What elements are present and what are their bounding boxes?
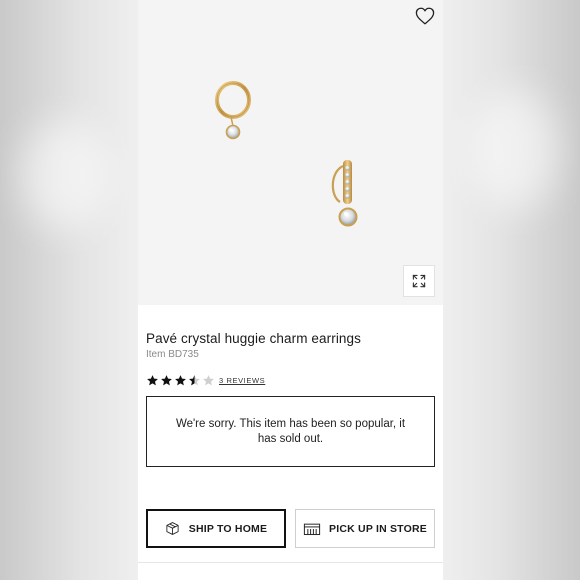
rating-stars: [146, 374, 215, 387]
background-blur: [20, 120, 110, 230]
bottom-divider: [138, 562, 443, 580]
star-empty-icon: [203, 375, 214, 386]
product-image: [138, 0, 443, 305]
star-half-icon: [189, 375, 200, 386]
pick-up-in-store-button[interactable]: PICK UP IN STORE: [295, 509, 435, 548]
product-page: Pavé crystal huggie charm earrings Item …: [138, 0, 443, 580]
expand-image-button[interactable]: [403, 265, 435, 297]
background-blur: [470, 90, 560, 210]
background-left: [0, 0, 138, 580]
pick-up-in-store-label: PICK UP IN STORE: [329, 522, 427, 535]
ship-to-home-button[interactable]: SHIP TO HOME: [146, 509, 286, 548]
item-number: Item BD735: [146, 349, 199, 360]
reviews-link[interactable]: 3 REVIEWS: [219, 376, 265, 385]
star-icon: [147, 375, 158, 386]
star-icon: [175, 375, 186, 386]
store-icon: [303, 523, 321, 535]
product-title: Pavé crystal huggie charm earrings: [146, 331, 361, 346]
heart-icon[interactable]: [415, 7, 435, 25]
sold-out-notice: We're sorry. This item has been so popul…: [146, 396, 435, 467]
package-icon: [166, 522, 179, 535]
sold-out-message: We're sorry. This item has been so popul…: [175, 417, 406, 445]
ship-to-home-label: SHIP TO HOME: [188, 522, 268, 535]
background-right: [443, 0, 580, 580]
star-icon: [161, 375, 172, 386]
hoop-earring-image: [215, 81, 251, 140]
expand-icon: [412, 274, 426, 288]
pave-earring-image: [331, 160, 358, 227]
